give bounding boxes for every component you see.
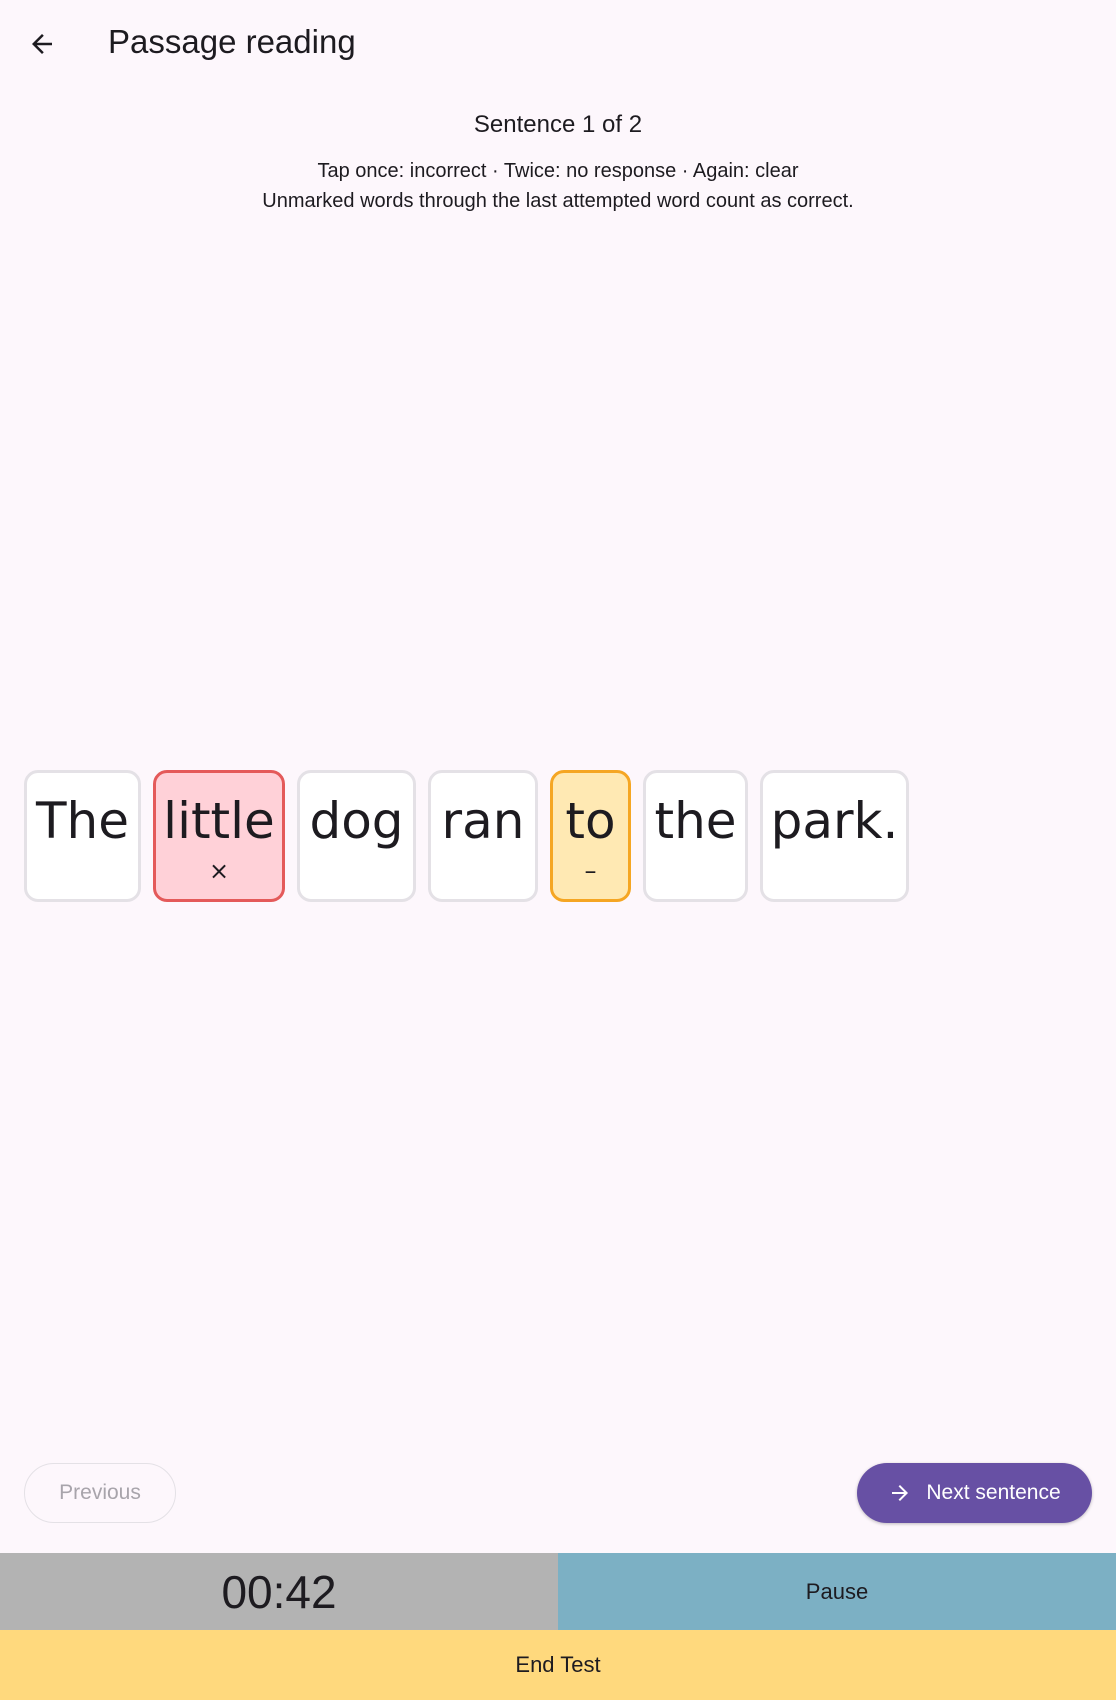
incorrect-mark-icon: × (208, 857, 230, 885)
word-tile-the-2[interactable]: the (643, 770, 748, 902)
word-text: dog (309, 792, 404, 850)
word-text: The (36, 792, 129, 850)
page-title: Passage reading (108, 23, 356, 60)
word-tile-little[interactable]: little × (153, 770, 285, 902)
instruction-line-2: Unmarked words through the last attempte… (262, 190, 854, 212)
word-tile-the[interactable]: The (24, 770, 141, 902)
arrow-right-icon (888, 1481, 912, 1505)
sentence-progress: Sentence 1 of 2 (473, 111, 643, 138)
word-text: little (163, 792, 275, 850)
word-text: to (565, 792, 616, 850)
instruction-line-1: Tap once: incorrect · Twice: no response… (317, 160, 799, 182)
next-sentence-label: Next sentence (926, 1481, 1061, 1504)
next-sentence-button[interactable]: Next sentence (857, 1463, 1092, 1523)
word-text: park. (770, 792, 899, 850)
word-tile-to[interactable]: to – (550, 770, 631, 902)
word-text: ran (441, 792, 525, 850)
app-bar: Passage reading (0, 0, 1116, 84)
timer-display: 00:42 (0, 1553, 558, 1630)
no-response-mark-icon: – (584, 857, 597, 885)
end-test-button[interactable]: End Test (0, 1630, 1116, 1700)
pause-button[interactable]: Pause (558, 1553, 1116, 1630)
word-tile-park[interactable]: park. (760, 770, 909, 902)
word-text: the (654, 792, 737, 850)
word-tile-ran[interactable]: ran (428, 770, 538, 902)
word-tile-dog[interactable]: dog (297, 770, 416, 902)
previous-button[interactable]: Previous (24, 1463, 176, 1523)
arrow-left-icon (32, 34, 52, 54)
back-button[interactable] (18, 20, 66, 68)
